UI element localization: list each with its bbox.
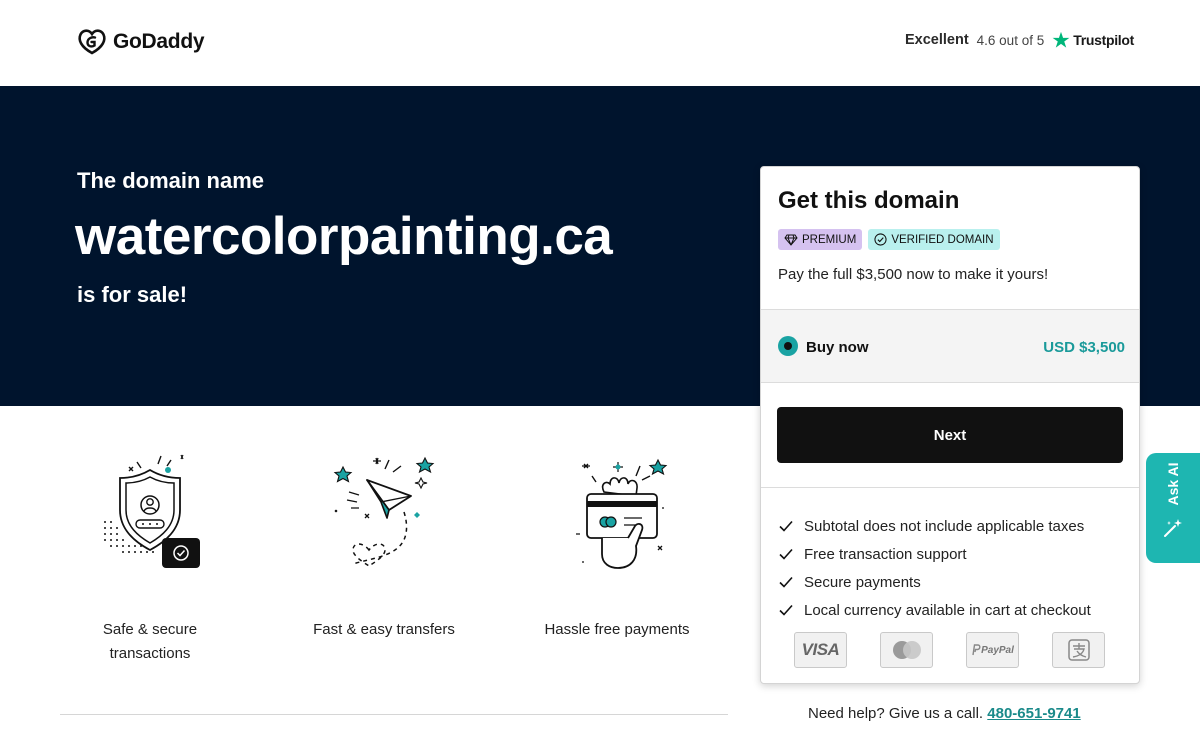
domain-badges: PREMIUM VERIFIED DOMAIN: [778, 229, 1000, 250]
feature-label: Safe & secure transactions: [60, 618, 240, 666]
buy-now-option[interactable]: Buy now USD $3,500: [761, 309, 1139, 383]
trustpilot-star-icon: [1052, 31, 1070, 48]
hero-subtitle: is for sale!: [77, 282, 188, 307]
premium-badge: PREMIUM: [778, 229, 863, 250]
alipay-mark-icon: [1067, 639, 1090, 661]
visa-label: VISA: [801, 640, 840, 659]
help-text: Need help? Give us a call.: [808, 705, 984, 722]
buy-now-price: USD $3,500: [1043, 339, 1125, 356]
section-divider: [60, 714, 728, 715]
site-header: GoDaddy Excellent 4.6 out of 5 Trustpilo…: [0, 0, 1200, 86]
feature-label: Fast & easy transfers: [313, 621, 455, 638]
feature-label-line1: Safe & secure: [102, 621, 198, 638]
trust-score: 4.6 out of 5: [976, 32, 1045, 48]
card-title: Get this domain: [778, 187, 960, 214]
visa-icon: VISA: [794, 632, 847, 668]
feature-safe-secure: Safe & secure transactions: [60, 450, 240, 666]
godaddy-heart-icon: [78, 29, 106, 55]
feature-fast-transfers: Fast & easy transfers: [294, 450, 474, 642]
trustpilot-brand: Trustpilot: [1052, 31, 1134, 49]
benefit-item: Local currency available in cart at chec…: [778, 596, 1091, 624]
hero-domain-name: watercolorpainting.ca: [75, 207, 613, 266]
card-separator: [761, 487, 1139, 488]
benefit-item: Secure payments: [778, 568, 1091, 596]
sparkle-wand-icon: [1164, 519, 1182, 537]
paypal-mark-icon: [972, 644, 981, 656]
checkmark-icon: [779, 520, 793, 532]
shield-user-icon: [104, 454, 200, 568]
check-circle-icon: [874, 233, 887, 246]
help-phone-link[interactable]: 480-651-9741: [987, 705, 1080, 722]
feature-hassle-free: Hassle free payments: [527, 450, 707, 642]
next-button[interactable]: Next: [777, 407, 1123, 463]
paypal-icon: PayPal: [966, 632, 1019, 668]
checkmark-icon: [779, 576, 793, 588]
buy-now-label: Buy now: [806, 339, 869, 356]
purchase-card: Get this domain PREMIUM VERIFIED DOMAIN …: [760, 166, 1140, 684]
benefit-item: Free transaction support: [778, 540, 1091, 568]
paper-plane-icon: [333, 456, 435, 567]
mastercard-icon: [880, 632, 933, 668]
feature-label: Hassle free payments: [544, 621, 690, 638]
feature-label-line2: transactions: [109, 645, 191, 662]
benefit-text: Subtotal does not include applicable tax…: [804, 517, 1085, 535]
ask-ai-button[interactable]: Ask AI: [1146, 453, 1200, 563]
trust-rating-word: Excellent: [904, 32, 969, 48]
hero-pretitle: The domain name: [77, 168, 265, 193]
help-line: Need help? Give us a call. 480-651-9741: [808, 705, 1081, 722]
benefit-item: Subtotal does not include applicable tax…: [778, 512, 1091, 540]
alipay-icon: [1052, 632, 1105, 668]
trustpilot-label: Trustpilot: [1073, 32, 1134, 48]
buy-now-radio[interactable]: [778, 336, 798, 356]
ask-ai-label: Ask AI: [1165, 462, 1181, 506]
hand-card-icon: [576, 458, 668, 569]
verified-badge: VERIFIED DOMAIN: [868, 229, 1000, 250]
checkmark-icon: [779, 604, 793, 616]
paypal-label: PayPal: [981, 644, 1014, 656]
pay-note: Pay the full $3,500 now to make it yours…: [778, 266, 1049, 283]
benefit-text: Secure payments: [804, 573, 921, 591]
benefit-text: Local currency available in cart at chec…: [804, 601, 1091, 619]
trustpilot-rating[interactable]: Excellent 4.6 out of 5 Trustpilot: [905, 31, 1134, 49]
payment-methods: VISA PayPal: [794, 632, 1105, 668]
mastercard-circles-icon: [892, 641, 921, 659]
premium-badge-label: PREMIUM: [802, 233, 857, 246]
benefit-text: Free transaction support: [804, 545, 967, 563]
verified-badge-label: VERIFIED DOMAIN: [891, 233, 994, 246]
benefits-list: Subtotal does not include applicable tax…: [778, 512, 1091, 624]
diamond-icon: [784, 234, 798, 246]
logo-text: GoDaddy: [113, 30, 205, 53]
godaddy-logo[interactable]: GoDaddy: [77, 28, 205, 56]
checkmark-icon: [779, 548, 793, 560]
